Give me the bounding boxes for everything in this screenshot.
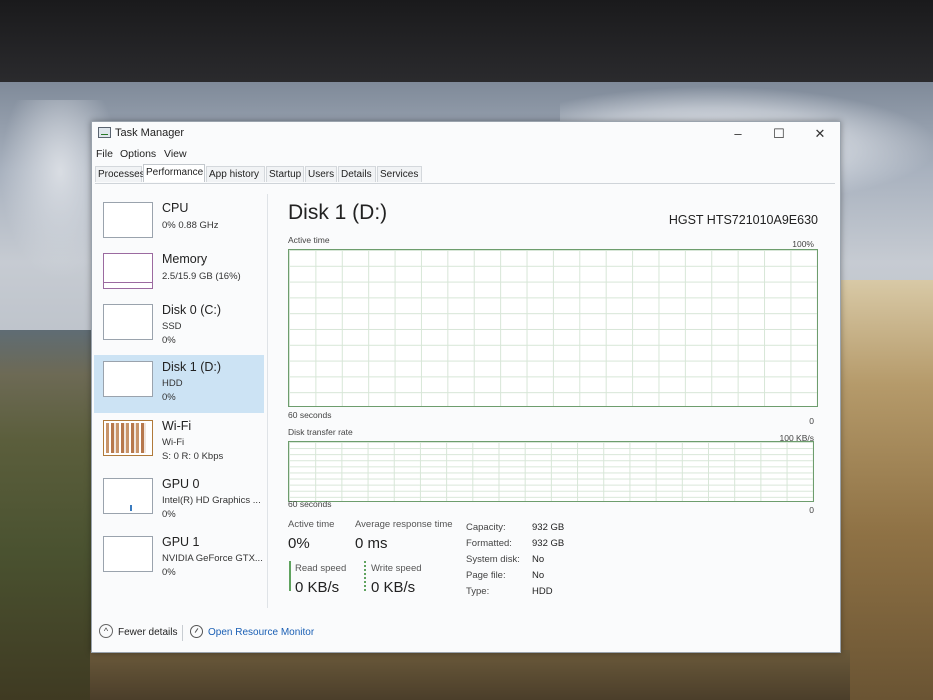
read-speed-indicator (289, 561, 291, 591)
active-time-graph-max: 100% (792, 239, 814, 249)
sidebar-item-wifi[interactable]: Wi-Fi Wi-Fi S: 0 R: 0 Kbps (94, 414, 264, 472)
sidebar-item-usage: 0% (162, 509, 176, 520)
sidebar-item-label: Wi-Fi (162, 419, 192, 433)
transfer-rate-graph-duration: 60 seconds (288, 499, 332, 509)
gpu1-thumbnail-graph (103, 536, 153, 572)
sidebar-item-usage: S: 0 R: 0 Kbps (162, 451, 224, 462)
write-speed-indicator (364, 561, 366, 591)
sidebar-item-detail: Wi-Fi (162, 437, 185, 448)
capacity-value: 932 GB (532, 522, 565, 533)
sidebar-item-disk0[interactable]: Disk 0 (C:) SSD 0% (94, 298, 264, 356)
transfer-rate-graph (288, 441, 814, 502)
sidebar-item-usage: 0% (162, 392, 176, 403)
task-manager-icon (98, 127, 111, 138)
wallpaper-ground (90, 650, 850, 700)
tab-details[interactable]: Details (338, 166, 376, 182)
sidebar-item-detail: Intel(R) HD Graphics ... (162, 495, 261, 506)
sidebar-item-usage: 0% (162, 567, 176, 578)
wallpaper-hills (0, 330, 100, 700)
active-time-label: Active time (288, 519, 335, 530)
sidebar-item-disk1[interactable]: Disk 1 (D:) HDD 0% (94, 355, 264, 413)
sidebar-item-memory[interactable]: Memory 2.5/15.9 GB (16%) (94, 247, 264, 305)
type-value: HDD (532, 586, 553, 597)
tab-services[interactable]: Services (377, 166, 422, 182)
sidebar-item-cpu[interactable]: CPU 0% 0.88 GHz (94, 196, 264, 254)
read-speed-value: 0 KB/s (295, 579, 340, 596)
footer: ^ Fewer details Open Resource Monitor (92, 616, 838, 650)
page-file-value: No (532, 570, 545, 581)
gpu0-thumbnail-graph (103, 478, 153, 514)
tab-strip: Processes Performance App history Startu… (95, 164, 835, 184)
disk0-thumbnail-graph (103, 304, 153, 340)
type-label: Type: (466, 586, 490, 597)
write-speed-value: 0 KB/s (371, 579, 416, 596)
active-time-graph-label: Active time (288, 235, 330, 245)
active-time-graph-duration: 60 seconds (288, 410, 332, 420)
disk-detail-panel: Disk 1 (D:) HGST HTS721010A9E630 Active … (268, 184, 838, 614)
menu-options[interactable]: Options (120, 148, 156, 160)
title-bar[interactable]: Task Manager – ☐ ✕ (92, 122, 840, 146)
sidebar-item-detail: HDD (162, 378, 183, 389)
read-speed-label: Read speed (295, 563, 347, 574)
sidebar-item-label: GPU 1 (162, 535, 200, 549)
system-disk-value: No (532, 554, 545, 565)
menu-view[interactable]: View (164, 148, 187, 160)
write-speed-label: Write speed (371, 563, 422, 574)
resource-monitor-icon[interactable] (190, 625, 203, 638)
task-manager-window: Task Manager – ☐ ✕ File Options View Pro… (91, 121, 841, 653)
formatted-value: 932 GB (532, 538, 565, 549)
tab-processes[interactable]: Processes (95, 166, 145, 182)
sidebar-item-label: GPU 0 (162, 477, 200, 491)
monitor-bezel (0, 0, 933, 86)
active-time-graph-min: 0 (809, 416, 814, 426)
minimize-button[interactable]: – (720, 124, 756, 144)
maximize-button[interactable]: ☐ (761, 124, 797, 144)
cpu-thumbnail-graph (103, 202, 153, 238)
sidebar-item-detail: 2.5/15.9 GB (16%) (162, 271, 241, 282)
wifi-thumbnail-graph (103, 420, 153, 456)
page-file-label: Page file: (466, 570, 506, 581)
wallpaper-cliff (830, 280, 933, 700)
sidebar-item-label: CPU (162, 201, 189, 215)
sidebar-item-label: Disk 1 (D:) (162, 360, 222, 374)
open-resource-monitor-link[interactable]: Open Resource Monitor (208, 627, 314, 638)
active-time-value: 0% (288, 535, 310, 552)
sidebar-item-detail: NVIDIA GeForce GTX... (162, 553, 263, 564)
transfer-rate-graph-label: Disk transfer rate (288, 427, 353, 437)
sidebar-item-detail: 0% 0.88 GHz (162, 220, 219, 231)
resource-list: CPU 0% 0.88 GHz Memory 2.5/15.9 GB (16%)… (92, 184, 265, 612)
window-title: Task Manager (115, 127, 185, 139)
close-button[interactable]: ✕ (802, 124, 838, 144)
sidebar-item-label: Memory (162, 252, 208, 266)
chevron-up-icon[interactable]: ^ (99, 624, 113, 638)
menu-file[interactable]: File (96, 148, 113, 160)
formatted-label: Formatted: (466, 538, 512, 549)
tab-performance[interactable]: Performance (143, 164, 205, 182)
footer-divider (182, 625, 183, 641)
sidebar-item-gpu0[interactable]: GPU 0 Intel(R) HD Graphics ... 0% (94, 472, 264, 530)
sidebar-item-label: Disk 0 (C:) (162, 303, 222, 317)
fewer-details-link[interactable]: Fewer details (118, 627, 177, 638)
tab-users[interactable]: Users (305, 166, 337, 182)
disk-model: HGST HTS721010A9E630 (668, 213, 818, 227)
tab-startup[interactable]: Startup (266, 166, 304, 182)
memory-thumbnail-graph (103, 253, 153, 289)
page-title: Disk 1 (D:) (288, 201, 388, 224)
avg-response-label: Average response time (355, 519, 453, 530)
sidebar-item-gpu1[interactable]: GPU 1 NVIDIA GeForce GTX... 0% (94, 530, 264, 588)
tab-app-history[interactable]: App history (206, 166, 265, 182)
sidebar-item-detail: SSD (162, 321, 182, 332)
avg-response-value: 0 ms (355, 535, 388, 552)
sidebar-item-usage: 0% (162, 335, 176, 346)
system-disk-label: System disk: (466, 554, 520, 565)
transfer-rate-graph-min: 0 (809, 505, 814, 515)
capacity-label: Capacity: (466, 522, 506, 533)
disk1-thumbnail-graph (103, 361, 153, 397)
active-time-graph (288, 249, 818, 407)
